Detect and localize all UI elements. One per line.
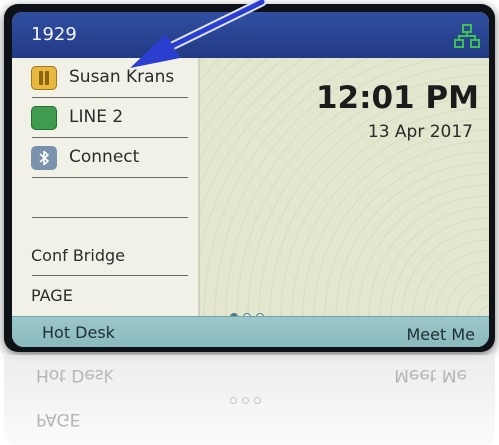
hot-desk-softkey[interactable]: Hot Desk: [42, 323, 115, 342]
divider: [32, 217, 188, 218]
arrow-icon: [130, 0, 267, 68]
softkey-bar: Hot Desk Meet Me: [12, 316, 489, 347]
reflection-dot: [242, 397, 249, 404]
line-key-connect[interactable]: Connect: [12, 138, 198, 178]
bluetooth-icon: [31, 146, 57, 170]
reflection-dots: [230, 393, 266, 412]
line-key-empty[interactable]: [12, 178, 198, 218]
reflection-page: PAGE: [36, 409, 81, 429]
reflection-hot-desk: Hot Desk: [36, 365, 114, 385]
clock-date: 13 Apr 2017: [367, 122, 473, 142]
reflection-dot: [254, 397, 261, 404]
line-key-page[interactable]: PAGE: [12, 276, 198, 316]
line-key-label: Conf Bridge: [31, 246, 125, 265]
screen-reflection: Hot Desk Meet Me PAGE: [4, 355, 495, 445]
line-key-label: PAGE: [31, 286, 73, 305]
reflection-meet-me: Meet Me: [394, 365, 467, 385]
reflection-dot: [230, 397, 237, 404]
meet-me-softkey[interactable]: Meet Me: [407, 325, 476, 344]
line-key-label: Connect: [69, 147, 140, 167]
line-key-conf-bridge[interactable]: Conf Bridge: [12, 236, 198, 276]
